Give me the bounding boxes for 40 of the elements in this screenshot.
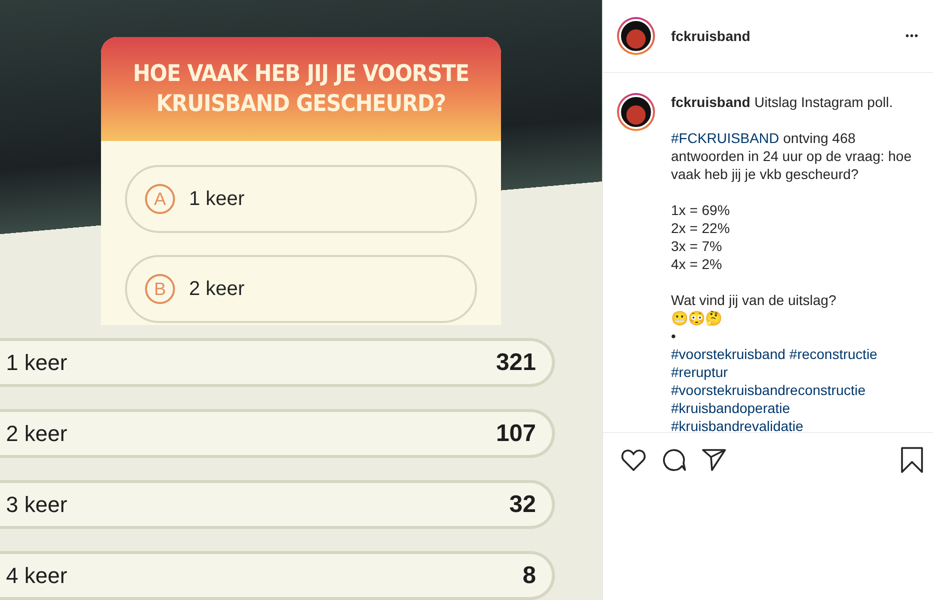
result-label: 3 keer	[6, 492, 68, 518]
caption-text: Wat vind jij van de uitslag?	[671, 291, 836, 309]
result-count: 8	[522, 562, 536, 590]
hashtag-link[interactable]: #reconstructie	[789, 345, 878, 363]
avatar-icon[interactable]	[617, 93, 655, 131]
hashtag-link[interactable]: #reruptur	[671, 363, 728, 381]
caption-text: 😬😳🤔	[671, 309, 722, 327]
caption-text: Uitslag Instagram poll.	[754, 93, 893, 111]
caption-text: 3x = 7%	[671, 237, 722, 255]
bookmark-icon[interactable]	[901, 447, 923, 473]
comment-icon[interactable]	[662, 448, 686, 472]
poll-option[interactable]: B 2 keer	[125, 255, 477, 323]
caption-text: •	[671, 327, 676, 345]
hashtag-link[interactable]: #kruisbandoperatie	[671, 399, 790, 417]
caption-text: vaak heb jij je vkb gescheurd?	[671, 165, 859, 183]
result-count: 321	[496, 348, 536, 376]
caption-text: 1x = 69%	[671, 201, 730, 219]
hashtag-link[interactable]: #voorstekruisband	[671, 345, 786, 363]
hashtag-link[interactable]: #voorstekruisbandreconstructie	[671, 381, 866, 399]
hashtag-link[interactable]: #FCKRUISBAND	[671, 129, 780, 147]
send-icon[interactable]	[702, 448, 726, 472]
caption-text: 2x = 22%	[671, 219, 730, 237]
option-letter: A	[145, 184, 175, 214]
username[interactable]: fckruisband	[671, 28, 890, 44]
result-label: 4 keer	[6, 562, 68, 588]
result-label: 2 keer	[6, 420, 68, 446]
avatar-icon[interactable]	[617, 17, 655, 55]
caption-username[interactable]: fckruisband	[671, 93, 750, 111]
result-count: 107	[496, 420, 536, 448]
caption-text: 4x = 2%	[671, 255, 722, 273]
heart-icon[interactable]	[621, 449, 646, 471]
caption-text: ontving 468	[783, 129, 856, 147]
caption-text: antwoorden in 24 uur op de vraag: hoe	[671, 147, 912, 165]
result-count: 32	[509, 490, 536, 518]
poll-option[interactable]: A 1 keer	[125, 165, 477, 233]
poll-question: HOE VAAK HEB JIJ JE VOORSTE KRUISBAND GESCHEURD?	[132, 60, 470, 119]
more-options-button[interactable]: •••	[905, 30, 919, 42]
hashtag-link[interactable]: #kruisbandrevalidatie	[671, 417, 804, 432]
option-letter: B	[145, 274, 175, 304]
result-label: 1 keer	[6, 350, 68, 376]
